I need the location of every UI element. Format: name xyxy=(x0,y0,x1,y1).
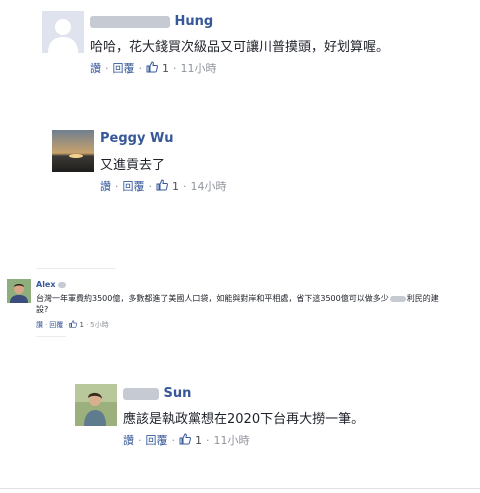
divider xyxy=(0,488,480,489)
redacted-name-blur xyxy=(123,387,159,400)
separator-dot: · xyxy=(171,433,176,447)
redacted-text-blur xyxy=(389,295,406,302)
like-icon[interactable] xyxy=(156,178,168,194)
comment-text: 哈哈，花大錢買次級品又可讓川普摸頭，好划算喔。 xyxy=(90,40,390,55)
timestamp[interactable]: 5小時 xyxy=(90,320,108,330)
redacted-name-blur xyxy=(90,15,170,28)
sun-avatar-icon[interactable] xyxy=(75,384,117,426)
comment-actions: 讚 · 回覆 · 1 · 11小時 xyxy=(123,432,250,448)
redacted-name-blur xyxy=(58,281,67,288)
like-count: 1 xyxy=(172,179,179,193)
like-icon[interactable] xyxy=(179,432,191,448)
like-count: 1 xyxy=(195,433,202,447)
like-link[interactable]: 讚 xyxy=(100,178,111,194)
separator-dot: · xyxy=(45,321,48,329)
like-icon[interactable] xyxy=(146,60,158,76)
commenter-name[interactable]: Hung xyxy=(90,14,213,29)
alex-avatar-icon[interactable] xyxy=(7,279,31,303)
separator-dot: · xyxy=(65,321,68,329)
like-link[interactable]: 讚 xyxy=(36,320,43,330)
comment-text: 台灣一年軍費約3500億，多數都進了美國人口袋，如能與對岸和平相處，省下這350… xyxy=(36,294,439,314)
commenter-name[interactable]: Peggy Wu xyxy=(100,131,174,146)
like-link[interactable]: 讚 xyxy=(90,60,101,76)
reply-link[interactable]: 回覆 xyxy=(123,178,145,194)
divider xyxy=(36,336,66,337)
comment-actions: 讚 · 回覆 · 1 · 11小時 xyxy=(90,60,217,76)
commenter-name[interactable]: Alex xyxy=(36,280,67,289)
like-icon[interactable] xyxy=(69,320,78,330)
like-count: 1 xyxy=(79,321,84,329)
sunset-avatar-icon[interactable] xyxy=(52,130,94,172)
separator-dot: · xyxy=(138,433,142,447)
separator-dot: · xyxy=(173,61,177,75)
like-link[interactable]: 讚 xyxy=(123,432,134,448)
comment-actions: 讚 · 回覆 · 1 · 14小時 xyxy=(100,178,227,194)
timestamp[interactable]: 11小時 xyxy=(214,432,250,448)
commenter-name[interactable]: Sun xyxy=(123,386,191,401)
separator-dot: · xyxy=(148,179,153,193)
divider xyxy=(36,268,116,269)
default-avatar-icon[interactable] xyxy=(42,11,84,53)
separator-dot: · xyxy=(183,179,187,193)
reply-link[interactable]: 回覆 xyxy=(146,432,168,448)
separator-dot: · xyxy=(85,321,89,329)
like-count: 1 xyxy=(162,61,169,75)
separator-dot: · xyxy=(206,433,210,447)
separator-dot: · xyxy=(115,179,119,193)
comment-text: 又進貢去了 xyxy=(100,158,166,173)
separator-dot: · xyxy=(138,61,143,75)
reply-link[interactable]: 回覆 xyxy=(113,60,135,76)
comment-actions: 讚 · 回覆 · 1 · 5小時 xyxy=(36,320,109,330)
separator-dot: · xyxy=(105,61,109,75)
timestamp[interactable]: 14小時 xyxy=(191,178,227,194)
reply-link[interactable]: 回覆 xyxy=(49,320,63,330)
timestamp[interactable]: 11小時 xyxy=(181,60,217,76)
comment-text: 應該是執政黨想在2020下台再大撈一筆。 xyxy=(123,412,365,427)
